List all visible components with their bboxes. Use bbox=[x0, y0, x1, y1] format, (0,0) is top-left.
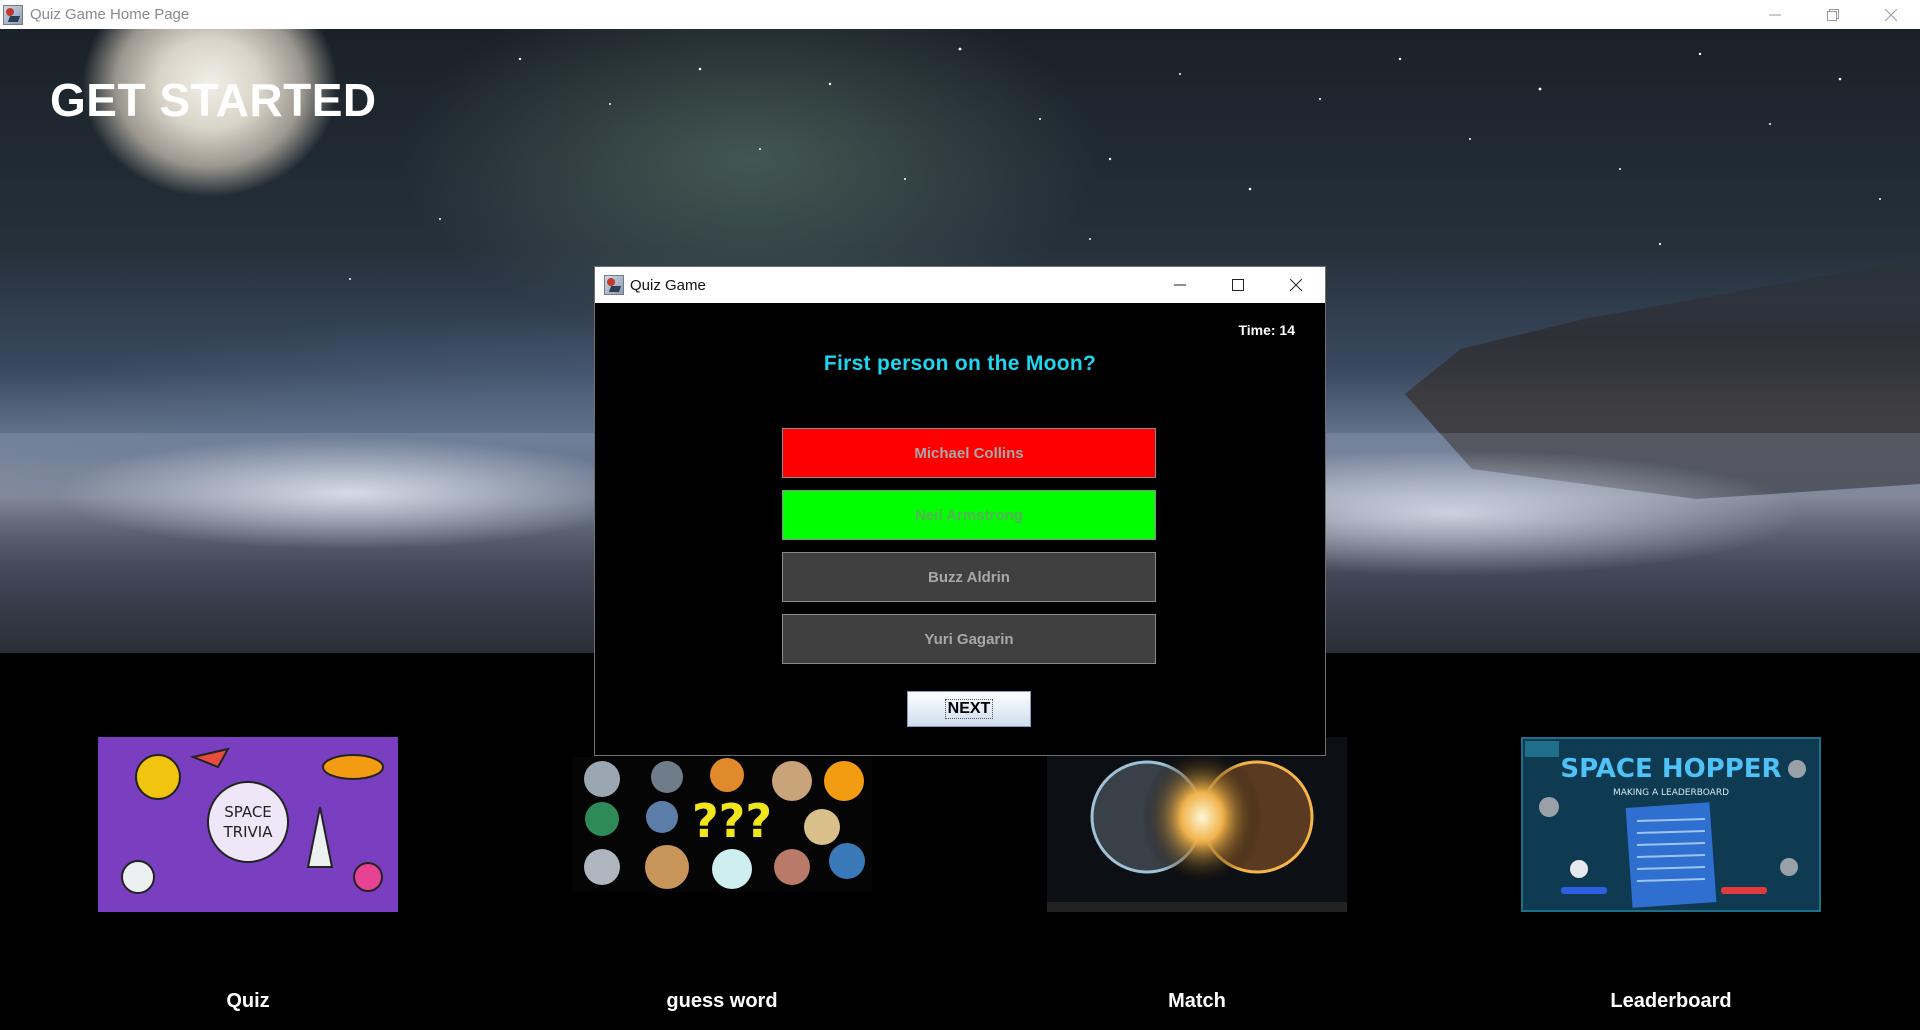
dialog-titlebar: Quiz Game bbox=[595, 267, 1325, 303]
restore-icon bbox=[1827, 8, 1839, 21]
next-button[interactable]: NEXT bbox=[907, 691, 1031, 727]
answer-button-4[interactable]: Yuri Gagarin bbox=[782, 614, 1156, 664]
guess-word-card-image[interactable]: ??? bbox=[572, 757, 872, 892]
dialog-minimize-button[interactable] bbox=[1151, 267, 1209, 303]
answer-button-1[interactable]: Michael Collins bbox=[782, 428, 1156, 478]
main-window-title: Quiz Game Home Page bbox=[30, 6, 190, 23]
dialog-maximize-button[interactable] bbox=[1209, 267, 1267, 303]
minimize-icon bbox=[1174, 284, 1186, 286]
restore-button[interactable] bbox=[1804, 0, 1862, 29]
answer-button-3[interactable]: Buzz Aldrin bbox=[782, 552, 1156, 602]
space-hopper-image: SPACE HOPPER MAKING A LEADERBOARD bbox=[1521, 737, 1821, 912]
minimize-button[interactable] bbox=[1746, 0, 1804, 29]
leaderboard-card-image[interactable]: SPACE HOPPER MAKING A LEADERBOARD bbox=[1521, 737, 1821, 912]
guess-word-card-label[interactable]: guess word bbox=[572, 990, 872, 1013]
java-app-icon bbox=[3, 4, 23, 25]
get-started-heading: GET STARTED bbox=[50, 74, 377, 126]
svg-text:MAKING A LEADERBOARD: MAKING A LEADERBOARD bbox=[1613, 788, 1729, 798]
dialog-close-button[interactable] bbox=[1267, 267, 1325, 303]
maximize-icon bbox=[1232, 279, 1244, 291]
question-text: First person on the Moon? bbox=[823, 352, 1097, 375]
minimize-icon bbox=[1769, 14, 1781, 15]
planets-question-image: ??? bbox=[572, 757, 872, 892]
quiz-game-dialog: Quiz Game Time: 14 First person on the M… bbox=[594, 266, 1326, 756]
leaderboard-card-label[interactable]: Leaderboard bbox=[1521, 990, 1821, 1013]
next-button-label: NEXT bbox=[944, 699, 994, 719]
dialog-window-controls bbox=[1151, 267, 1325, 303]
svg-text:SPACE: SPACE bbox=[224, 803, 272, 821]
close-icon bbox=[1290, 279, 1302, 291]
dialog-title: Quiz Game bbox=[630, 276, 706, 294]
match-card-image[interactable] bbox=[1047, 737, 1347, 912]
timer-label: Time: 14 bbox=[1238, 322, 1295, 338]
close-icon bbox=[1885, 8, 1897, 21]
java-app-icon bbox=[604, 275, 624, 295]
quiz-card-image[interactable]: SPACE TRIVIA bbox=[98, 737, 398, 912]
answer-button-2[interactable]: Neil Armstrong bbox=[782, 490, 1156, 540]
main-window-controls bbox=[1746, 0, 1920, 29]
match-card-label[interactable]: Match bbox=[1047, 990, 1347, 1013]
quiz-card-label[interactable]: Quiz bbox=[98, 990, 398, 1013]
close-button[interactable] bbox=[1862, 0, 1920, 29]
svg-text:SPACE HOPPER: SPACE HOPPER bbox=[1560, 754, 1781, 784]
colliding-planets-image bbox=[1047, 737, 1347, 912]
svg-text:TRIVIA: TRIVIA bbox=[223, 823, 274, 841]
main-titlebar: Quiz Game Home Page bbox=[0, 0, 1920, 29]
space-trivia-image: SPACE TRIVIA bbox=[98, 737, 398, 912]
svg-text:???: ??? bbox=[692, 794, 772, 848]
